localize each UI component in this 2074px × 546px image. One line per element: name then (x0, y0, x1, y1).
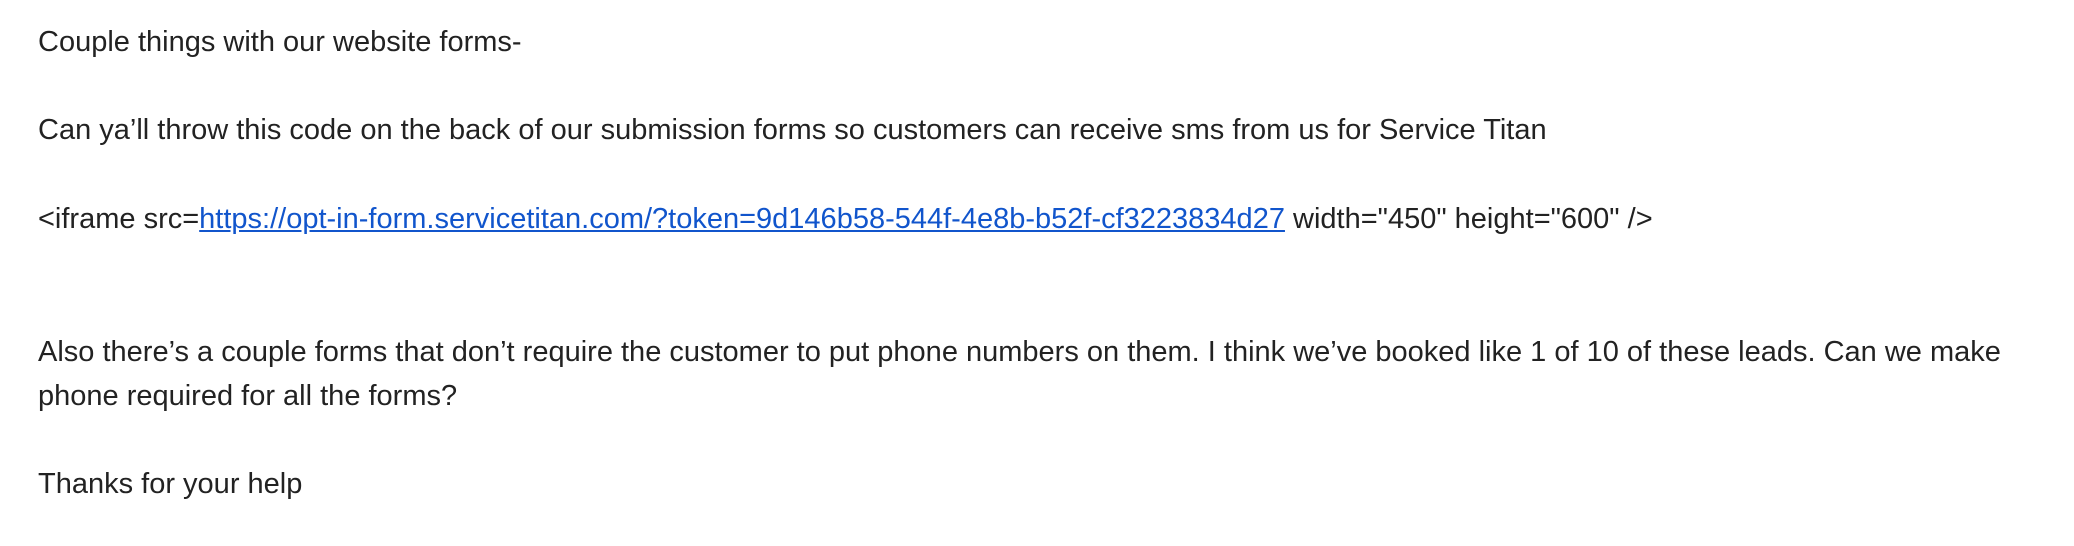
iframe-code-prefix: <iframe src= (38, 203, 200, 235)
request-text: Can ya’ll throw this code on the back of… (38, 114, 1547, 146)
iframe-code-suffix: width="450" height="600" /> (1284, 203, 1653, 235)
iframe-code-line: <iframe src=https://opt-in-form.servicet… (38, 197, 1653, 241)
intro-text: Couple things with our website forms- (38, 26, 522, 58)
opt-in-form-link[interactable]: https://opt-in-form.servicetitan.com/?to… (199, 203, 1285, 235)
signoff-text: Thanks for your help (38, 468, 303, 500)
email-body: Couple things with our website forms- Ca… (0, 0, 2074, 546)
phone-required-request-text: Also there’s a couple forms that don’t r… (38, 336, 2001, 412)
